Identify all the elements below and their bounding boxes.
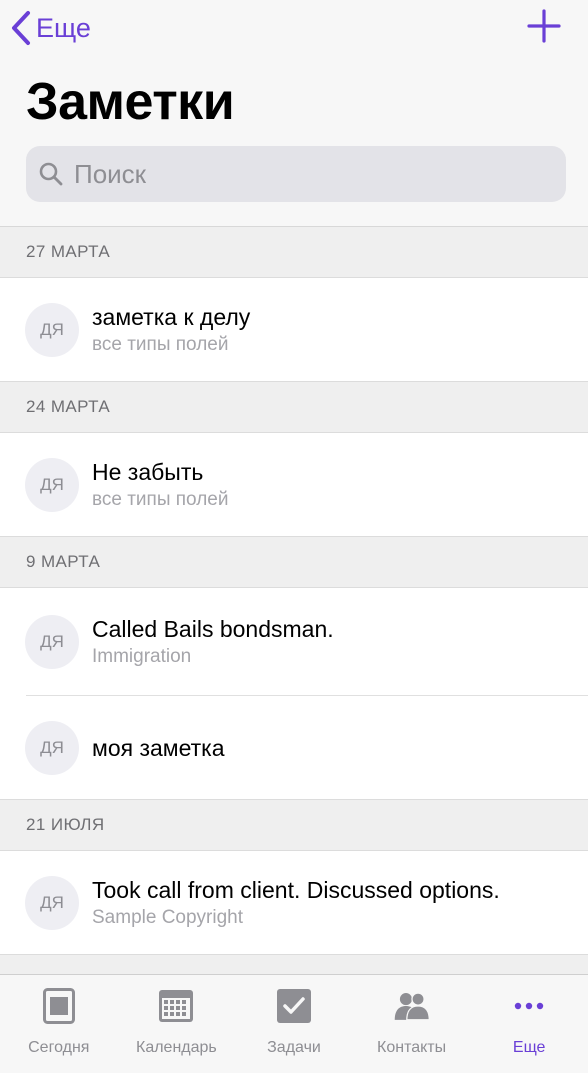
contacts-icon [393,987,431,1025]
tab-label: Еще [512,1039,546,1056]
section-header: 9 МАРТА [0,537,588,588]
section-header-partial [0,955,588,975]
chevron-left-icon [12,11,30,45]
avatar: ДЯ [25,615,79,669]
plus-icon [527,9,561,43]
note-subtitle: все типы полей [92,333,229,355]
list-item[interactable]: ДЯ моя заметка [0,696,588,800]
note-title: Не забыть [92,458,204,485]
tasks-icon [275,987,313,1025]
tab-label: Задачи [267,1039,321,1056]
note-title: Took call from client. Discussed options… [92,876,500,903]
list-item[interactable]: ДЯ заметка к делу все типы полей [0,278,588,382]
note-subtitle: Immigration [92,646,192,667]
note-subtitle: все типы полей [92,488,229,510]
navigation-bar: Еще [0,0,588,56]
tab-tasks[interactable]: Задачи [235,975,353,1073]
tab-contacts[interactable]: Контакты [353,975,471,1073]
today-icon [40,987,78,1025]
search-icon [39,162,63,186]
note-title: заметка к делу [92,303,251,330]
note-title: моя заметка [92,734,225,761]
tab-today[interactable]: Сегодня [0,975,118,1073]
search-bar[interactable] [26,146,566,202]
avatar: ДЯ [25,457,79,512]
list-item[interactable]: ДЯ Не забыть все типы полей [0,433,588,537]
list-item[interactable]: ДЯ Called Bails bondsman. Immigration [0,588,588,696]
search-input[interactable] [72,157,556,191]
section-header: 27 МАРТА [0,227,588,278]
tab-more[interactable]: Еще [470,975,588,1073]
avatar: ДЯ [25,302,79,357]
notes-list[interactable]: 27 МАРТА ДЯ заметка к делу все типы поле… [0,226,588,975]
tab-calendar[interactable]: Календарь [118,975,236,1073]
tab-label: Сегодня [28,1039,90,1056]
back-button[interactable]: Еще [10,8,91,48]
section-header: 24 МАРТА [0,382,588,433]
tab-label: Календарь [136,1039,217,1056]
add-note-button[interactable] [526,8,562,44]
more-icon [510,987,548,1025]
list-item[interactable]: ДЯ Took call from client. Discussed opti… [0,851,588,955]
tab-bar: Сегодня Календарь Задачи Контакты Еще [0,974,588,1073]
note-subtitle: Sample Copyright [92,906,244,928]
avatar: ДЯ [25,875,79,930]
back-label: Еще [36,12,91,43]
note-title: Called Bails bondsman. [92,616,334,642]
tab-label: Контакты [377,1039,447,1056]
section-header: 21 ИЮЛЯ [0,800,588,851]
calendar-icon [157,987,195,1025]
avatar: ДЯ [25,720,79,775]
page-title: Заметки [26,73,235,131]
